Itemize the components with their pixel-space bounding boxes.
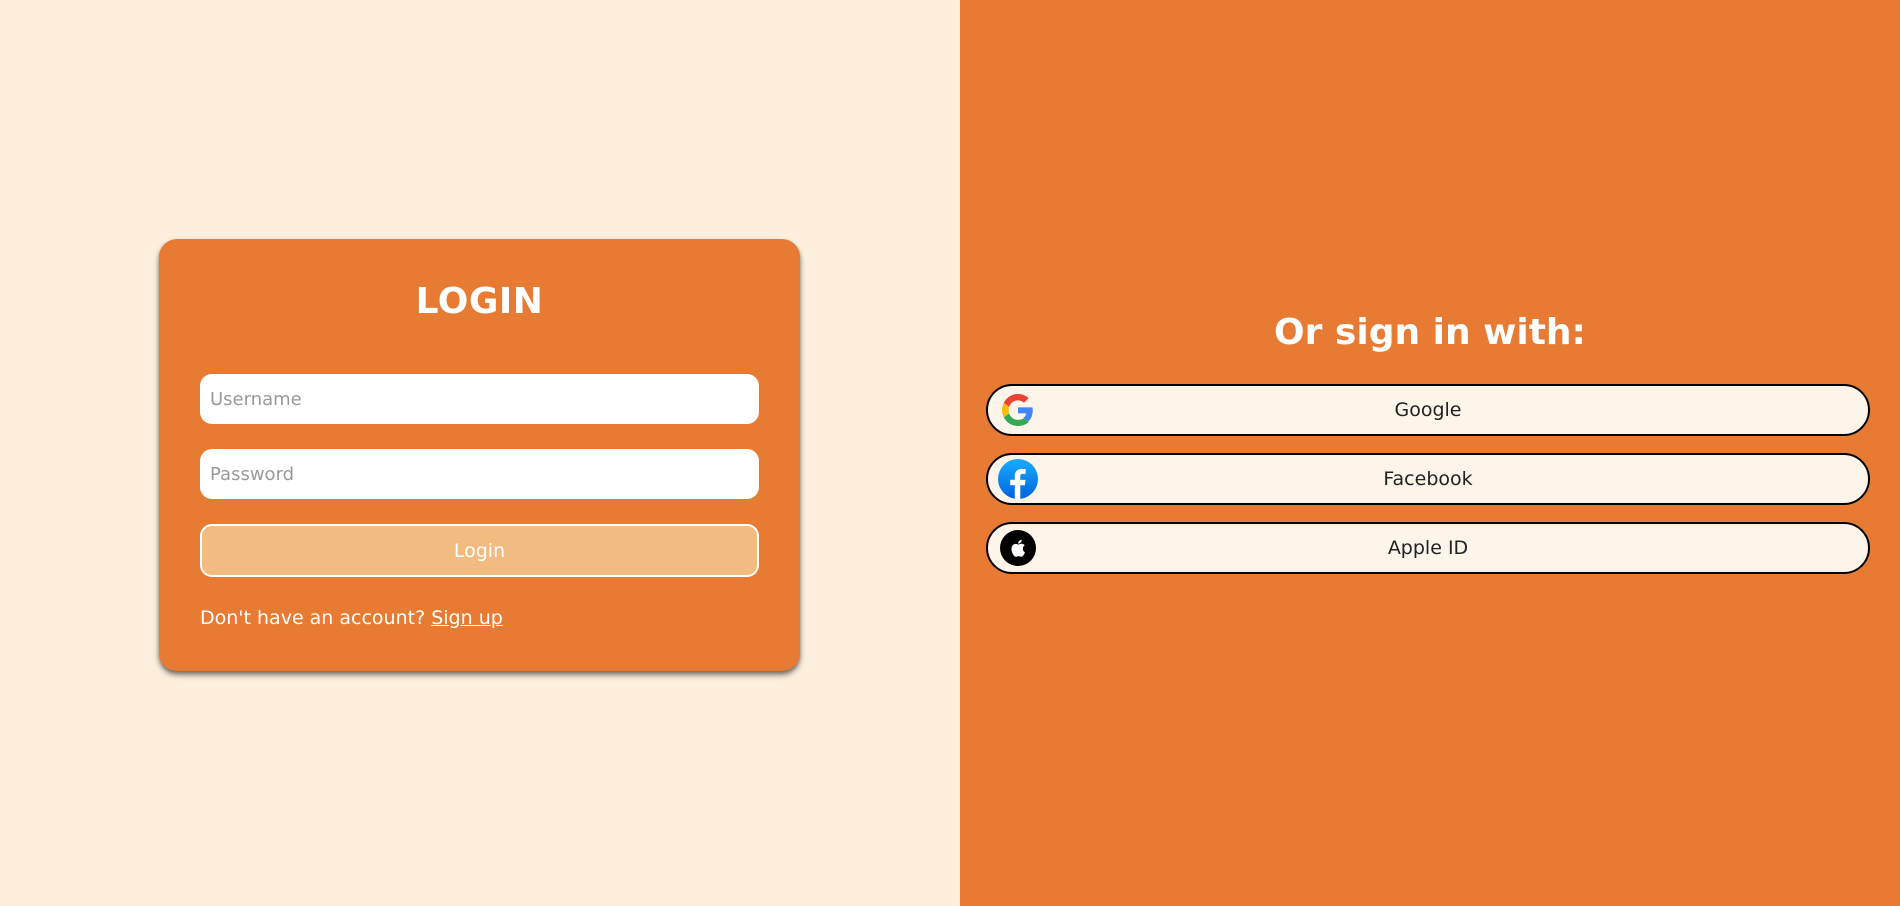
google-icon	[998, 390, 1038, 430]
left-pane: LOGIN Login Don't have an account? Sign …	[0, 0, 960, 906]
login-card: LOGIN Login Don't have an account? Sign …	[159, 239, 800, 671]
facebook-icon	[998, 459, 1038, 499]
signup-row: Don't have an account? Sign up	[200, 607, 503, 629]
facebook-signin-button[interactable]: Facebook	[986, 453, 1870, 505]
login-button[interactable]: Login	[200, 524, 759, 577]
social-title: Or sign in with:	[1274, 312, 1586, 353]
username-input[interactable]	[200, 374, 759, 424]
google-signin-button[interactable]: Google	[986, 384, 1870, 436]
password-input[interactable]	[200, 449, 759, 499]
apple-signin-button[interactable]: Apple ID	[986, 522, 1870, 574]
login-page: LOGIN Login Don't have an account? Sign …	[0, 0, 1900, 906]
facebook-label: Facebook	[1383, 468, 1473, 490]
right-pane: Or sign in with: Google Facebook Apple I…	[960, 0, 1900, 906]
signup-link[interactable]: Sign up	[431, 607, 503, 629]
apple-icon	[998, 528, 1038, 568]
login-title: LOGIN	[415, 281, 544, 322]
apple-label: Apple ID	[1387, 537, 1469, 559]
google-label: Google	[1394, 399, 1462, 421]
signup-prompt: Don't have an account?	[200, 607, 426, 629]
